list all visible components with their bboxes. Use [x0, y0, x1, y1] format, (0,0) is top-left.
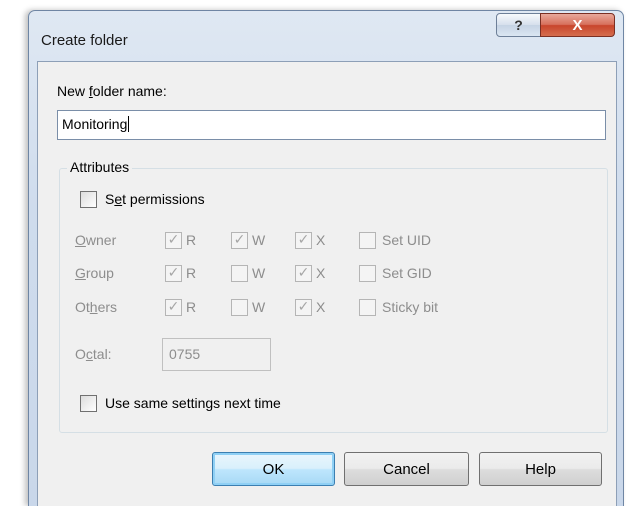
- others-label-mnemonic: h: [89, 299, 98, 315]
- create-folder-dialog: Create folder ? X New folder name: Monit…: [28, 10, 624, 506]
- screen: Create folder ? X New folder name: Monit…: [0, 0, 626, 506]
- others-execute-checkbox[interactable]: ✓: [295, 298, 312, 316]
- others-label-pre: Ot: [75, 299, 90, 315]
- octal-input[interactable]: 0755: [162, 338, 271, 371]
- help-button[interactable]: Help: [479, 452, 602, 486]
- group-execute-checkbox[interactable]: ✓: [295, 264, 312, 282]
- close-button[interactable]: X: [540, 13, 615, 37]
- others-read-label: R: [186, 299, 197, 315]
- attributes-caption: Attributes: [67, 159, 133, 175]
- owner-write-label: W: [252, 232, 266, 248]
- group-write-label: W: [252, 265, 266, 281]
- close-icon: X: [572, 16, 583, 34]
- owner-write-checkbox[interactable]: ✓: [231, 231, 248, 249]
- checkmark-icon: ✓: [167, 231, 180, 247]
- set-permissions-label-pre: S: [105, 191, 115, 207]
- others-execute-label: X: [316, 299, 326, 315]
- attributes-group: [59, 168, 608, 433]
- group-execute-label: X: [316, 265, 326, 281]
- cancel-button[interactable]: Cancel: [344, 452, 469, 486]
- owner-label: Owner: [75, 232, 116, 248]
- checkmark-icon: ✓: [297, 298, 310, 314]
- owner-label-mnemonic: O: [75, 232, 86, 248]
- owner-read-label: R: [186, 232, 197, 248]
- octal-label: Octal:: [75, 346, 112, 362]
- folder-name-label-text-rest: older name:: [92, 83, 167, 99]
- help-caption-button[interactable]: ?: [496, 13, 541, 37]
- text-caret: [128, 116, 130, 132]
- owner-label-rest: wner: [85, 232, 117, 248]
- owner-execute-checkbox[interactable]: ✓: [295, 231, 312, 249]
- checkmark-icon: ✓: [297, 231, 310, 247]
- octal-label-rest: tal:: [92, 346, 112, 362]
- octal-label-pre: O: [75, 346, 86, 362]
- folder-name-label-text: New: [57, 83, 89, 99]
- use-same-settings-label[interactable]: Use same settings next time: [105, 395, 281, 411]
- set-uid-label: Set UID: [382, 232, 432, 248]
- checkmark-icon: ✓: [167, 298, 180, 314]
- set-gid-label: Set GID: [382, 265, 432, 281]
- others-label-rest: ers: [97, 299, 118, 315]
- checkmark-icon: ✓: [297, 264, 310, 280]
- sticky-bit-label: Sticky bit: [382, 299, 439, 315]
- folder-name-input[interactable]: Monitoring: [57, 110, 606, 140]
- others-label: Others: [75, 299, 117, 315]
- set-permissions-label-post: t permissions: [122, 191, 205, 207]
- set-permissions-checkbox[interactable]: [80, 191, 97, 208]
- checkmark-icon: ✓: [167, 264, 180, 280]
- group-write-checkbox[interactable]: [231, 265, 248, 282]
- group-label: Group: [75, 265, 114, 281]
- use-same-settings-checkbox[interactable]: [80, 395, 97, 412]
- question-mark-icon: ?: [514, 17, 523, 33]
- folder-name-label: New folder name:: [57, 83, 167, 99]
- octal-label-mnemonic: c: [85, 346, 93, 362]
- others-write-label: W: [252, 299, 266, 315]
- set-gid-checkbox[interactable]: [359, 265, 376, 282]
- dialog-body: New folder name: Monitoring Attributes S…: [37, 61, 617, 506]
- title-bar[interactable]: Create folder ? X: [29, 11, 623, 61]
- set-uid-checkbox[interactable]: [359, 232, 376, 249]
- others-read-checkbox[interactable]: ✓: [165, 298, 182, 316]
- folder-name-value: Monitoring: [62, 116, 128, 132]
- group-label-rest: roup: [85, 265, 114, 281]
- group-read-checkbox[interactable]: ✓: [165, 264, 182, 282]
- checkmark-icon: ✓: [233, 231, 246, 247]
- window-title: Create folder: [41, 32, 128, 49]
- set-permissions-label-mnemonic: e: [114, 191, 123, 207]
- ok-button[interactable]: OK: [212, 452, 335, 486]
- owner-execute-label: X: [316, 232, 326, 248]
- owner-read-checkbox[interactable]: ✓: [165, 231, 182, 249]
- set-permissions-label[interactable]: Set permissions: [105, 191, 205, 207]
- group-read-label: R: [186, 265, 197, 281]
- group-label-mnemonic: G: [75, 265, 86, 281]
- others-write-checkbox[interactable]: [231, 299, 248, 316]
- sticky-bit-checkbox[interactable]: [359, 299, 376, 316]
